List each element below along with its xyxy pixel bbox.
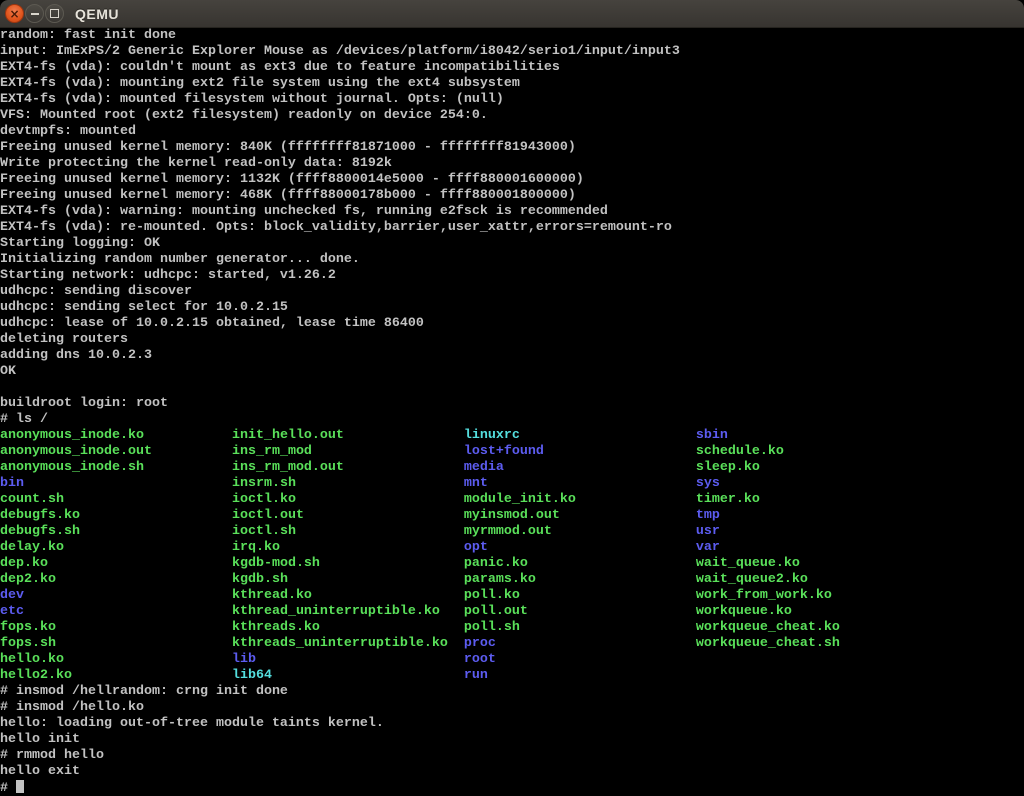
qemu-window: × QEMU random: fast init doneinput: ImEx…: [0, 0, 1024, 796]
close-button[interactable]: ×: [5, 4, 24, 23]
terminal-line: Write protecting the kernel read-only da…: [0, 156, 1024, 172]
terminal-line: Freeing unused kernel memory: 840K (ffff…: [0, 140, 1024, 156]
terminal-line: devtmpfs: mounted: [0, 124, 1024, 140]
terminal-line: [0, 380, 1024, 396]
close-icon: ×: [9, 8, 19, 20]
terminal-line: EXT4-fs (vda): warning: mounting uncheck…: [0, 204, 1024, 220]
terminal-line: dep2.ko kgdb.sh params.ko wait_queue2.ko: [0, 572, 1024, 588]
terminal-line: # rmmod hello: [0, 748, 1024, 764]
terminal-line: bin insrm.sh mnt sys: [0, 476, 1024, 492]
window-titlebar[interactable]: × QEMU: [0, 0, 1024, 28]
terminal-line: #: [0, 780, 1024, 796]
maximize-button[interactable]: [45, 4, 64, 23]
minimize-button[interactable]: [25, 4, 44, 23]
terminal-line: anonymous_inode.ko init_hello.out linuxr…: [0, 428, 1024, 444]
terminal-line: anonymous_inode.out ins_rm_mod lost+foun…: [0, 444, 1024, 460]
terminal-line: # ls /: [0, 412, 1024, 428]
terminal-line: EXT4-fs (vda): re-mounted. Opts: block_v…: [0, 220, 1024, 236]
terminal-line: hello: loading out-of-tree module taints…: [0, 716, 1024, 732]
terminal-line: etc kthread_uninterruptible.ko poll.out …: [0, 604, 1024, 620]
terminal-line: dep.ko kgdb-mod.sh panic.ko wait_queue.k…: [0, 556, 1024, 572]
terminal-line: udhcpc: sending discover: [0, 284, 1024, 300]
terminal-line: deleting routers: [0, 332, 1024, 348]
terminal-line: hello2.ko lib64 run: [0, 668, 1024, 684]
terminal-screen[interactable]: random: fast init doneinput: ImExPS/2 Ge…: [0, 28, 1024, 796]
terminal-line: VFS: Mounted root (ext2 filesystem) read…: [0, 108, 1024, 124]
terminal-line: hello exit: [0, 764, 1024, 780]
terminal-line: EXT4-fs (vda): couldn't mount as ext3 du…: [0, 60, 1024, 76]
terminal-line: adding dns 10.0.2.3: [0, 348, 1024, 364]
terminal-line: count.sh ioctl.ko module_init.ko timer.k…: [0, 492, 1024, 508]
terminal-line: OK: [0, 364, 1024, 380]
terminal-line: debugfs.ko ioctl.out myinsmod.out tmp: [0, 508, 1024, 524]
terminal-line: anonymous_inode.sh ins_rm_mod.out media …: [0, 460, 1024, 476]
terminal-line: random: fast init done: [0, 28, 1024, 44]
terminal-line: Freeing unused kernel memory: 468K (ffff…: [0, 188, 1024, 204]
terminal-line: udhcpc: sending select for 10.0.2.15: [0, 300, 1024, 316]
terminal-line: Starting logging: OK: [0, 236, 1024, 252]
terminal-line: # insmod /hellrandom: crng init done: [0, 684, 1024, 700]
window-title: QEMU: [75, 6, 119, 22]
terminal-line: Freeing unused kernel memory: 1132K (fff…: [0, 172, 1024, 188]
terminal-line: hello init: [0, 732, 1024, 748]
window-controls: ×: [0, 4, 64, 23]
minimize-icon: [31, 13, 39, 15]
terminal-line: Initializing random number generator... …: [0, 252, 1024, 268]
terminal-line: dev kthread.ko poll.ko work_from_work.ko: [0, 588, 1024, 604]
terminal-line: debugfs.sh ioctl.sh myrmmod.out usr: [0, 524, 1024, 540]
terminal-line: fops.sh kthreads_uninterruptible.ko proc…: [0, 636, 1024, 652]
terminal-cursor: [16, 780, 24, 793]
maximize-icon: [50, 9, 59, 18]
terminal-line: input: ImExPS/2 Generic Explorer Mouse a…: [0, 44, 1024, 60]
terminal-line: EXT4-fs (vda): mounting ext2 file system…: [0, 76, 1024, 92]
terminal-line: EXT4-fs (vda): mounted filesystem withou…: [0, 92, 1024, 108]
terminal-line: Starting network: udhcpc: started, v1.26…: [0, 268, 1024, 284]
terminal-line: # insmod /hello.ko: [0, 700, 1024, 716]
terminal-line: udhcpc: lease of 10.0.2.15 obtained, lea…: [0, 316, 1024, 332]
terminal-line: delay.ko irq.ko opt var: [0, 540, 1024, 556]
terminal-line: buildroot login: root: [0, 396, 1024, 412]
terminal-line: fops.ko kthreads.ko poll.sh workqueue_ch…: [0, 620, 1024, 636]
terminal-line: hello.ko lib root: [0, 652, 1024, 668]
